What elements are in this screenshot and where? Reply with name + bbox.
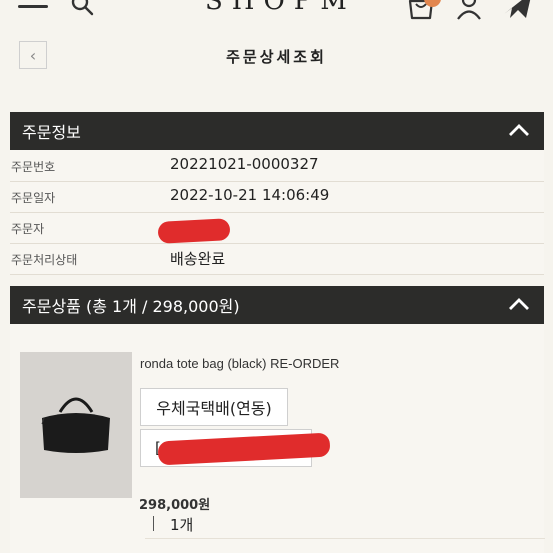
shop-logo[interactable]: SHOPM [205, 0, 355, 16]
order-items-header[interactable]: 주문상품 (총 1개 / 298,000원) [10, 286, 544, 324]
order-date-row: 주문일자 2022-10-21 14:06:49 [10, 181, 544, 213]
order-number-row: 주문번호 20221021-0000327 [10, 150, 544, 182]
order-info-header[interactable]: 주문정보 [10, 112, 544, 150]
order-status-label: 주문처리상태 [11, 253, 78, 267]
orderer-label: 주문자 [11, 222, 45, 236]
item-quantity: 1개 [170, 516, 194, 534]
order-status-row: 주문처리상태 배송완료 [10, 243, 544, 275]
order-date-value: 2022-10-21 14:06:49 [170, 186, 330, 204]
hamburger-icon[interactable] [18, 0, 48, 18]
item-price: 298,000원 [139, 498, 211, 513]
order-status-value: 배송완료 [170, 250, 226, 268]
order-number-value: 20221021-0000327 [170, 155, 319, 173]
user-icon[interactable] [455, 0, 483, 20]
chevron-up-icon[interactable] [508, 295, 530, 313]
chevron-up-icon[interactable] [508, 121, 530, 139]
order-date-label: 주문일자 [11, 191, 56, 205]
product-thumbnail[interactable] [20, 352, 132, 498]
order-info-table: 주문번호 20221021-0000327 주문일자 2022-10-21 14… [10, 150, 544, 275]
product-name[interactable]: ronda tote bag (black) RE-ORDER [140, 356, 339, 371]
redaction-mark [157, 218, 231, 244]
divider [145, 538, 545, 539]
plane-icon[interactable] [500, 0, 536, 22]
top-navigation-bar: SHOPM 0 [0, 0, 553, 26]
tote-bag-image [41, 397, 110, 453]
quantity-divider [153, 516, 154, 531]
page-title: 주문상세조회 [226, 48, 327, 66]
shipping-method-button[interactable]: 우체국택배(연동) [140, 388, 288, 426]
order-number-label: 주문번호 [11, 160, 56, 174]
orderer-row: 주문자 [10, 212, 544, 244]
search-icon[interactable] [70, 0, 94, 16]
order-items-heading: 주문상품 (총 1개 / 298,000원) [22, 297, 240, 316]
order-info-heading: 주문정보 [22, 123, 81, 142]
